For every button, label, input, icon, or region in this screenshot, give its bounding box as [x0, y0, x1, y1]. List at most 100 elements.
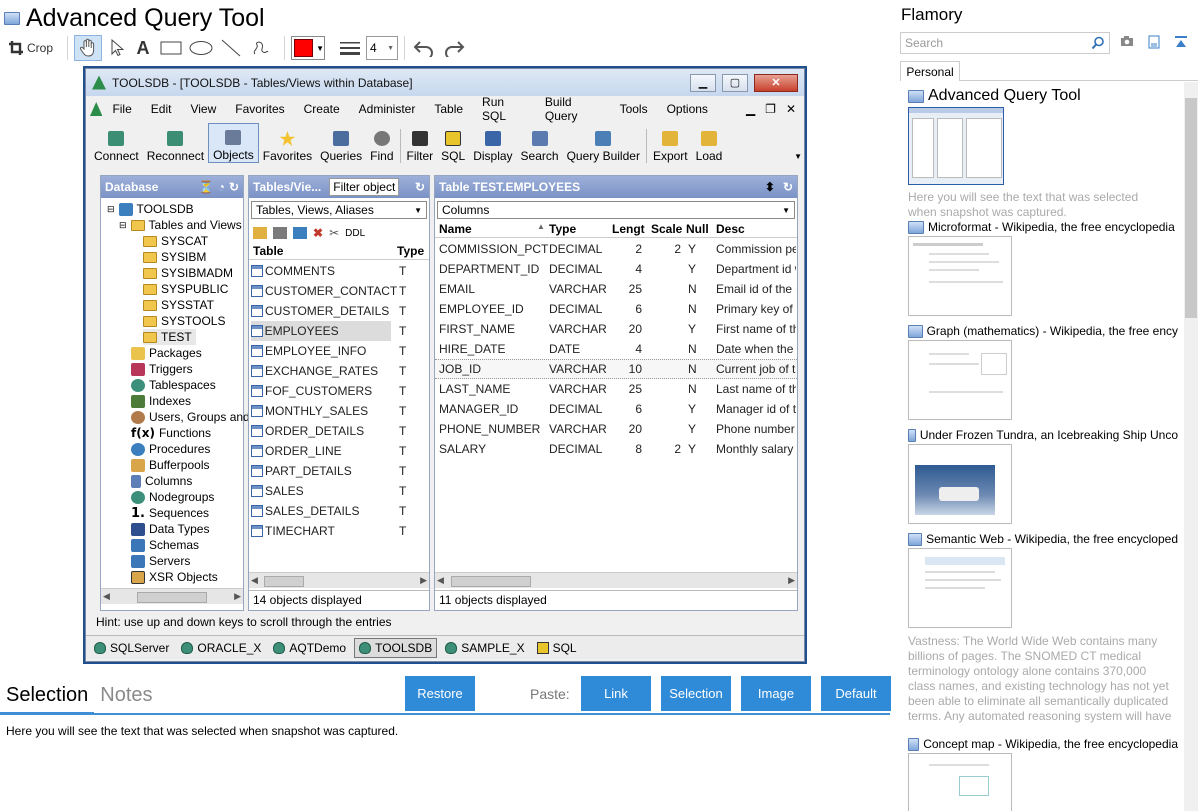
- column-row[interactable]: DEPARTMENT_ID DECIMAL 4 Y Department id w: [435, 259, 797, 279]
- list-item[interactable]: Concept map - Wikipedia, the free encycl…: [908, 737, 1178, 811]
- toolbar-overflow-icon[interactable]: ▼: [794, 152, 802, 161]
- database-hscroll[interactable]: ◀ ▶: [101, 588, 243, 604]
- paste-default-button[interactable]: Default: [821, 676, 891, 711]
- refresh-icon[interactable]: ↻: [415, 180, 425, 194]
- mdi-close-icon[interactable]: ✕: [786, 102, 796, 116]
- delete-icon[interactable]: ✖: [313, 226, 323, 240]
- ddl-button[interactable]: DDL: [345, 228, 365, 239]
- load-button[interactable]: Load: [692, 123, 727, 163]
- column-row[interactable]: HIRE_DATE DATE 4 N Date when the er: [435, 339, 797, 359]
- detail-type-select[interactable]: Columns ▼: [437, 201, 795, 219]
- conn-tab-sqlserver[interactable]: SQLServer: [90, 639, 173, 657]
- table-row[interactable]: COMMENTS T: [251, 261, 427, 281]
- menu-build-query[interactable]: Build Query: [545, 95, 601, 123]
- line-tool-button[interactable]: [218, 35, 244, 61]
- sort-updown-icon[interactable]: ⬍: [765, 180, 775, 194]
- menu-create[interactable]: Create: [304, 102, 340, 116]
- tab-selection[interactable]: Selection: [0, 679, 95, 714]
- scroll-thumb[interactable]: [137, 592, 207, 603]
- text-tool-button[interactable]: A: [132, 35, 154, 61]
- list-item[interactable]: Advanced Query Tool Here you will see th…: [908, 87, 1178, 220]
- conn-tab-toolsdb[interactable]: TOOLSDB: [354, 637, 438, 658]
- camera-icon[interactable]: [1120, 35, 1134, 47]
- filter-icon[interactable]: ⏳: [199, 180, 214, 194]
- tree-node-sysibm[interactable]: SYSIBM: [143, 249, 206, 265]
- column-row[interactable]: EMPLOYEE_ID DECIMAL 6 N Primary key of e: [435, 299, 797, 319]
- menu-options[interactable]: Options: [667, 102, 708, 116]
- menu-tools[interactable]: Tools: [620, 102, 648, 116]
- menu-edit[interactable]: Edit: [151, 102, 172, 116]
- tree-node-xsr-objects[interactable]: XSR Objects: [131, 569, 218, 585]
- col-type-header[interactable]: Type: [549, 222, 576, 236]
- queries-button[interactable]: Queries: [316, 123, 366, 163]
- line-width-icon-button[interactable]: [338, 35, 362, 61]
- list-item[interactable]: Microformat - Wikipedia, the free encycl…: [908, 220, 1178, 316]
- redo-button[interactable]: [441, 35, 467, 61]
- search-icon[interactable]: [1091, 36, 1105, 50]
- paste-link-button[interactable]: Link: [581, 676, 651, 711]
- table-row[interactable]: SALES T: [251, 481, 427, 501]
- table-row[interactable]: EXCHANGE_RATES T: [251, 361, 427, 381]
- tree-node-users-groups[interactable]: Users, Groups and: [131, 409, 250, 425]
- column-row[interactable]: LAST_NAME VARCHAR 25 N Last name of the: [435, 379, 797, 399]
- maximize-button[interactable]: ▢: [722, 73, 748, 92]
- menu-file[interactable]: File: [112, 102, 131, 116]
- tree-node-sysstat[interactable]: SYSSTAT: [143, 297, 214, 313]
- edit-table-icon[interactable]: [293, 227, 307, 239]
- objects-button[interactable]: Objects: [208, 123, 259, 163]
- menu-view[interactable]: View: [190, 102, 216, 116]
- table-row[interactable]: CUSTOMER_DETAILS T: [251, 301, 427, 321]
- filter-object-button[interactable]: Filter object: [329, 178, 400, 196]
- conn-tab-sql[interactable]: SQL: [533, 639, 581, 657]
- tables-hscroll[interactable]: ◀ ▶: [249, 572, 429, 588]
- menu-administer[interactable]: Administer: [359, 102, 416, 116]
- table-row[interactable]: FOF_CUSTOMERS T: [251, 381, 427, 401]
- tree-node-tablespaces[interactable]: Tablespaces: [131, 377, 216, 393]
- object-type-select[interactable]: Tables, Views, Aliases ▼: [251, 201, 427, 219]
- display-button[interactable]: Display: [469, 123, 516, 163]
- table-row[interactable]: ORDER_DETAILS T: [251, 421, 427, 441]
- table-row[interactable]: MONTHLY_SALES T: [251, 401, 427, 421]
- refresh-icon[interactable]: ↻: [229, 180, 239, 194]
- query-builder-button[interactable]: Query Builder: [563, 123, 644, 163]
- list-item[interactable]: Semantic Web - Wikipedia, the free encyc…: [908, 532, 1178, 726]
- tree-node-test[interactable]: TEST: [143, 329, 196, 345]
- table-row[interactable]: SALES_DETAILS T: [251, 501, 427, 521]
- tree-node-packages[interactable]: Packages: [131, 345, 202, 361]
- crop-button[interactable]: Crop: [4, 35, 57, 61]
- table-row[interactable]: EMPLOYEES T: [251, 321, 406, 341]
- list-item[interactable]: Graph (mathematics) - Wikipedia, the fre…: [908, 324, 1178, 420]
- collapse-top-icon[interactable]: [1174, 35, 1188, 49]
- find-button[interactable]: Find: [366, 123, 397, 163]
- ellipse-tool-button[interactable]: [188, 35, 214, 61]
- properties-icon[interactable]: [273, 227, 287, 239]
- column-row[interactable]: MANAGER_ID DECIMAL 6 Y Manager id of th: [435, 399, 797, 419]
- column-row[interactable]: EMAIL VARCHAR 25 N Email id of the er: [435, 279, 797, 299]
- col-table-header[interactable]: Table: [253, 244, 397, 259]
- select-tool-button[interactable]: [106, 35, 128, 61]
- tree-node-procedures[interactable]: Procedures: [131, 441, 210, 457]
- column-row[interactable]: FIRST_NAME VARCHAR 20 Y First name of the: [435, 319, 797, 339]
- menu-run-sql[interactable]: Run SQL: [482, 95, 526, 123]
- sql-button[interactable]: SQL: [437, 123, 469, 163]
- column-row[interactable]: COMMISSION_PCT DECIMAL 2 2 Y Commission per: [435, 239, 797, 259]
- tree-node-functions[interactable]: f(x) Functions: [131, 425, 211, 441]
- tree-node-nodegroups[interactable]: Nodegroups: [131, 489, 214, 505]
- paste-image-button[interactable]: Image: [741, 676, 811, 711]
- tree-node-bufferpools[interactable]: Bufferpools: [131, 457, 210, 473]
- menu-favorites[interactable]: Favorites: [235, 102, 284, 116]
- conn-tab-sample-x[interactable]: SAMPLE_X: [441, 639, 528, 657]
- export-button[interactable]: Export: [649, 123, 692, 163]
- filter-button[interactable]: Filter: [403, 123, 438, 163]
- tree-node-sequences[interactable]: 1. Sequences: [131, 505, 209, 521]
- paste-selection-button[interactable]: Selection: [661, 676, 731, 711]
- tree-node-toolsdb[interactable]: ⊟ TOOLSDB: [107, 201, 194, 217]
- tree-node-columns[interactable]: Columns: [131, 473, 192, 489]
- clock-icon[interactable]: ◔: [218, 180, 225, 194]
- columns-hscroll[interactable]: ◀ ▶: [435, 572, 797, 588]
- table-row[interactable]: EMPLOYEE_INFO T: [251, 341, 427, 361]
- tools-icon[interactable]: ✂: [329, 226, 339, 240]
- line-width-select[interactable]: 4 ▼: [366, 36, 399, 60]
- col-desc-header[interactable]: Desc: [716, 222, 745, 236]
- freehand-tool-button[interactable]: [248, 35, 274, 61]
